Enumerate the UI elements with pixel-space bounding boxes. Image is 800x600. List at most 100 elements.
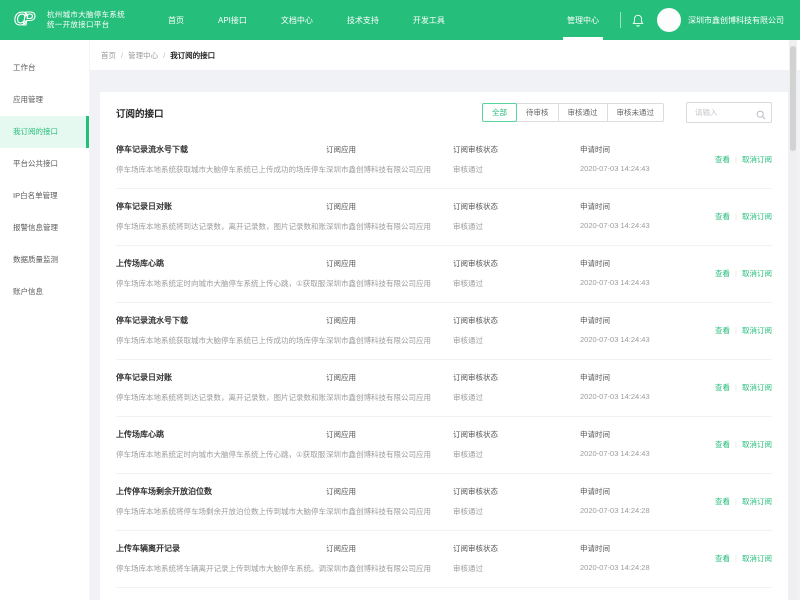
unsubscribe-link[interactable]: 取消订阅 [742, 439, 772, 450]
api-title: 上传车辆离开记录 [116, 543, 326, 554]
action-divider: | [735, 383, 737, 392]
value-audit-status: 审核通过 [453, 506, 580, 517]
value-apply-time: 2020-07-03 14:24:43 [580, 221, 680, 232]
row-actions: 查看 | 取消订阅 [680, 315, 772, 346]
value-audit-status: 审核通过 [453, 392, 580, 403]
label-subscribed-app: 订阅应用 [326, 315, 453, 326]
view-link[interactable]: 查看 [715, 439, 730, 450]
unsubscribe-link[interactable]: 取消订阅 [742, 382, 772, 393]
row-actions: 查看 | 取消订阅 [680, 429, 772, 460]
label-apply-time: 申请时间 [580, 372, 680, 383]
filter-all[interactable]: 全部 [482, 103, 517, 123]
row-actions: 查看 | 取消订阅 [680, 144, 772, 175]
value-subscribed-app: 深圳市鑫创博科技有限公司应用 [326, 563, 453, 574]
action-divider: | [735, 440, 737, 449]
unsubscribe-link[interactable]: 取消订阅 [742, 496, 772, 507]
unsubscribe-link[interactable]: 取消订阅 [742, 553, 772, 564]
filter-rejected[interactable]: 审核未通过 [607, 103, 665, 123]
value-apply-time: 2020-07-03 14:24:43 [580, 164, 680, 175]
view-link[interactable]: 查看 [715, 211, 730, 222]
api-description: 停车场库本地系统将停车场剩余开放泊位数上传到城市大脑停车系统。... [116, 506, 326, 517]
action-divider: | [735, 326, 737, 335]
label-apply-time: 申请时间 [580, 144, 680, 155]
list-item: 停车记录日对账 停车场库本地系统将到达记录数，离开记录数，图片记录数和账单记录.… [116, 360, 772, 417]
search-box [686, 102, 772, 123]
bell-icon[interactable] [632, 14, 644, 27]
breadcrumb-home[interactable]: 首页 [101, 50, 116, 61]
api-title: 上传场库心跳 [116, 429, 326, 440]
company-name[interactable]: 深圳市鑫创博科技有限公司 [688, 15, 784, 26]
sidebar-item-data-quality[interactable]: 数据质量监测 [0, 244, 89, 276]
value-audit-status: 审核通过 [453, 278, 580, 289]
sidebar-item-alarm-info[interactable]: 报警信息管理 [0, 212, 89, 244]
search-icon[interactable] [756, 107, 766, 125]
label-apply-time: 申请时间 [580, 315, 680, 326]
status-filter-group: 全部 待审核 审核通过 审核未通过 [482, 103, 664, 123]
admin-center-label: 管理中心 [567, 15, 599, 26]
view-link[interactable]: 查看 [715, 154, 730, 165]
scrollbar-thumb[interactable] [790, 46, 796, 151]
sidebar-item-app-management[interactable]: 应用管理 [0, 84, 89, 116]
svg-text:P: P [23, 9, 36, 29]
value-apply-time: 2020-07-03 14:24:28 [580, 506, 680, 517]
unsubscribe-link[interactable]: 取消订阅 [742, 325, 772, 336]
filter-approved[interactable]: 审核通过 [558, 103, 608, 123]
value-audit-status: 审核通过 [453, 449, 580, 460]
unsubscribe-link[interactable]: 取消订阅 [742, 154, 772, 165]
view-link[interactable]: 查看 [715, 268, 730, 279]
breadcrumb-current: 我订阅的接口 [170, 50, 215, 61]
sidebar-item-account-info[interactable]: 账户信息 [0, 276, 89, 308]
platform-title: 杭州城市大脑停车系统 统一开放接口平台 [47, 10, 125, 30]
label-audit-status: 订阅审核状态 [453, 543, 580, 554]
nav-item-admin-center[interactable]: 管理中心 [557, 0, 609, 40]
label-audit-status: 订阅审核状态 [453, 201, 580, 212]
unsubscribe-link[interactable]: 取消订阅 [742, 211, 772, 222]
logo[interactable]: C P 杭州城市大脑停车系统 统一开放接口平台 [0, 5, 125, 36]
nav-item-devtools[interactable]: 开发工具 [396, 15, 462, 26]
action-divider: | [735, 212, 737, 221]
active-nav-indicator [563, 37, 603, 40]
api-title: 停车记录流水号下载 [116, 144, 326, 155]
avatar[interactable] [657, 8, 681, 32]
label-audit-status: 订阅审核状态 [453, 429, 580, 440]
breadcrumb-admin-center[interactable]: 管理中心 [128, 50, 158, 61]
value-subscribed-app: 深圳市鑫创博科技有限公司应用 [326, 164, 453, 175]
value-audit-status: 审核通过 [453, 221, 580, 232]
label-apply-time: 申请时间 [580, 429, 680, 440]
label-apply-time: 申请时间 [580, 486, 680, 497]
sidebar-item-public-apis[interactable]: 平台公共接口 [0, 148, 89, 180]
label-apply-time: 申请时间 [580, 201, 680, 212]
row-actions: 查看 | 取消订阅 [680, 486, 772, 517]
api-title: 停车记录流水号下载 [116, 315, 326, 326]
sidebar-item-workbench[interactable]: 工作台 [0, 52, 89, 84]
view-link[interactable]: 查看 [715, 325, 730, 336]
api-description: 停车场库本地系统定时向城市大脑停车系统上传心跳，①获取服务器基... [116, 278, 326, 289]
list-item: 停车记录流水号下载 停车场库本地系统获取城市大脑停车系统已上传成功的场库停车记录… [116, 303, 772, 360]
value-subscribed-app: 深圳市鑫创博科技有限公司应用 [326, 506, 453, 517]
panel-head: 订阅的接口 全部 待审核 审核通过 审核未通过 [116, 92, 772, 123]
action-divider: | [735, 554, 737, 563]
unsubscribe-link[interactable]: 取消订阅 [742, 268, 772, 279]
view-link[interactable]: 查看 [715, 382, 730, 393]
scrollbar[interactable] [789, 40, 797, 600]
action-divider: | [735, 269, 737, 278]
nav-item-home[interactable]: 首页 [151, 15, 201, 26]
label-audit-status: 订阅审核状态 [453, 315, 580, 326]
value-apply-time: 2020-07-03 14:24:43 [580, 278, 680, 289]
header-divider [620, 12, 621, 28]
nav-item-support[interactable]: 技术支持 [330, 15, 396, 26]
view-link[interactable]: 查看 [715, 496, 730, 507]
label-subscribed-app: 订阅应用 [326, 258, 453, 269]
filter-pending[interactable]: 待审核 [516, 103, 559, 123]
view-link[interactable]: 查看 [715, 553, 730, 564]
value-subscribed-app: 深圳市鑫创博科技有限公司应用 [326, 278, 453, 289]
sidebar-item-my-subscribed-apis[interactable]: 我订阅的接口 [0, 116, 89, 148]
value-subscribed-app: 深圳市鑫创博科技有限公司应用 [326, 392, 453, 403]
nav-item-api[interactable]: API接口 [201, 15, 264, 26]
value-apply-time: 2020-07-03 14:24:43 [580, 449, 680, 460]
sidebar-item-ip-whitelist[interactable]: IP白名单管理 [0, 180, 89, 212]
action-divider: | [735, 497, 737, 506]
nav-item-docs[interactable]: 文档中心 [264, 15, 330, 26]
label-subscribed-app: 订阅应用 [326, 543, 453, 554]
label-subscribed-app: 订阅应用 [326, 201, 453, 212]
